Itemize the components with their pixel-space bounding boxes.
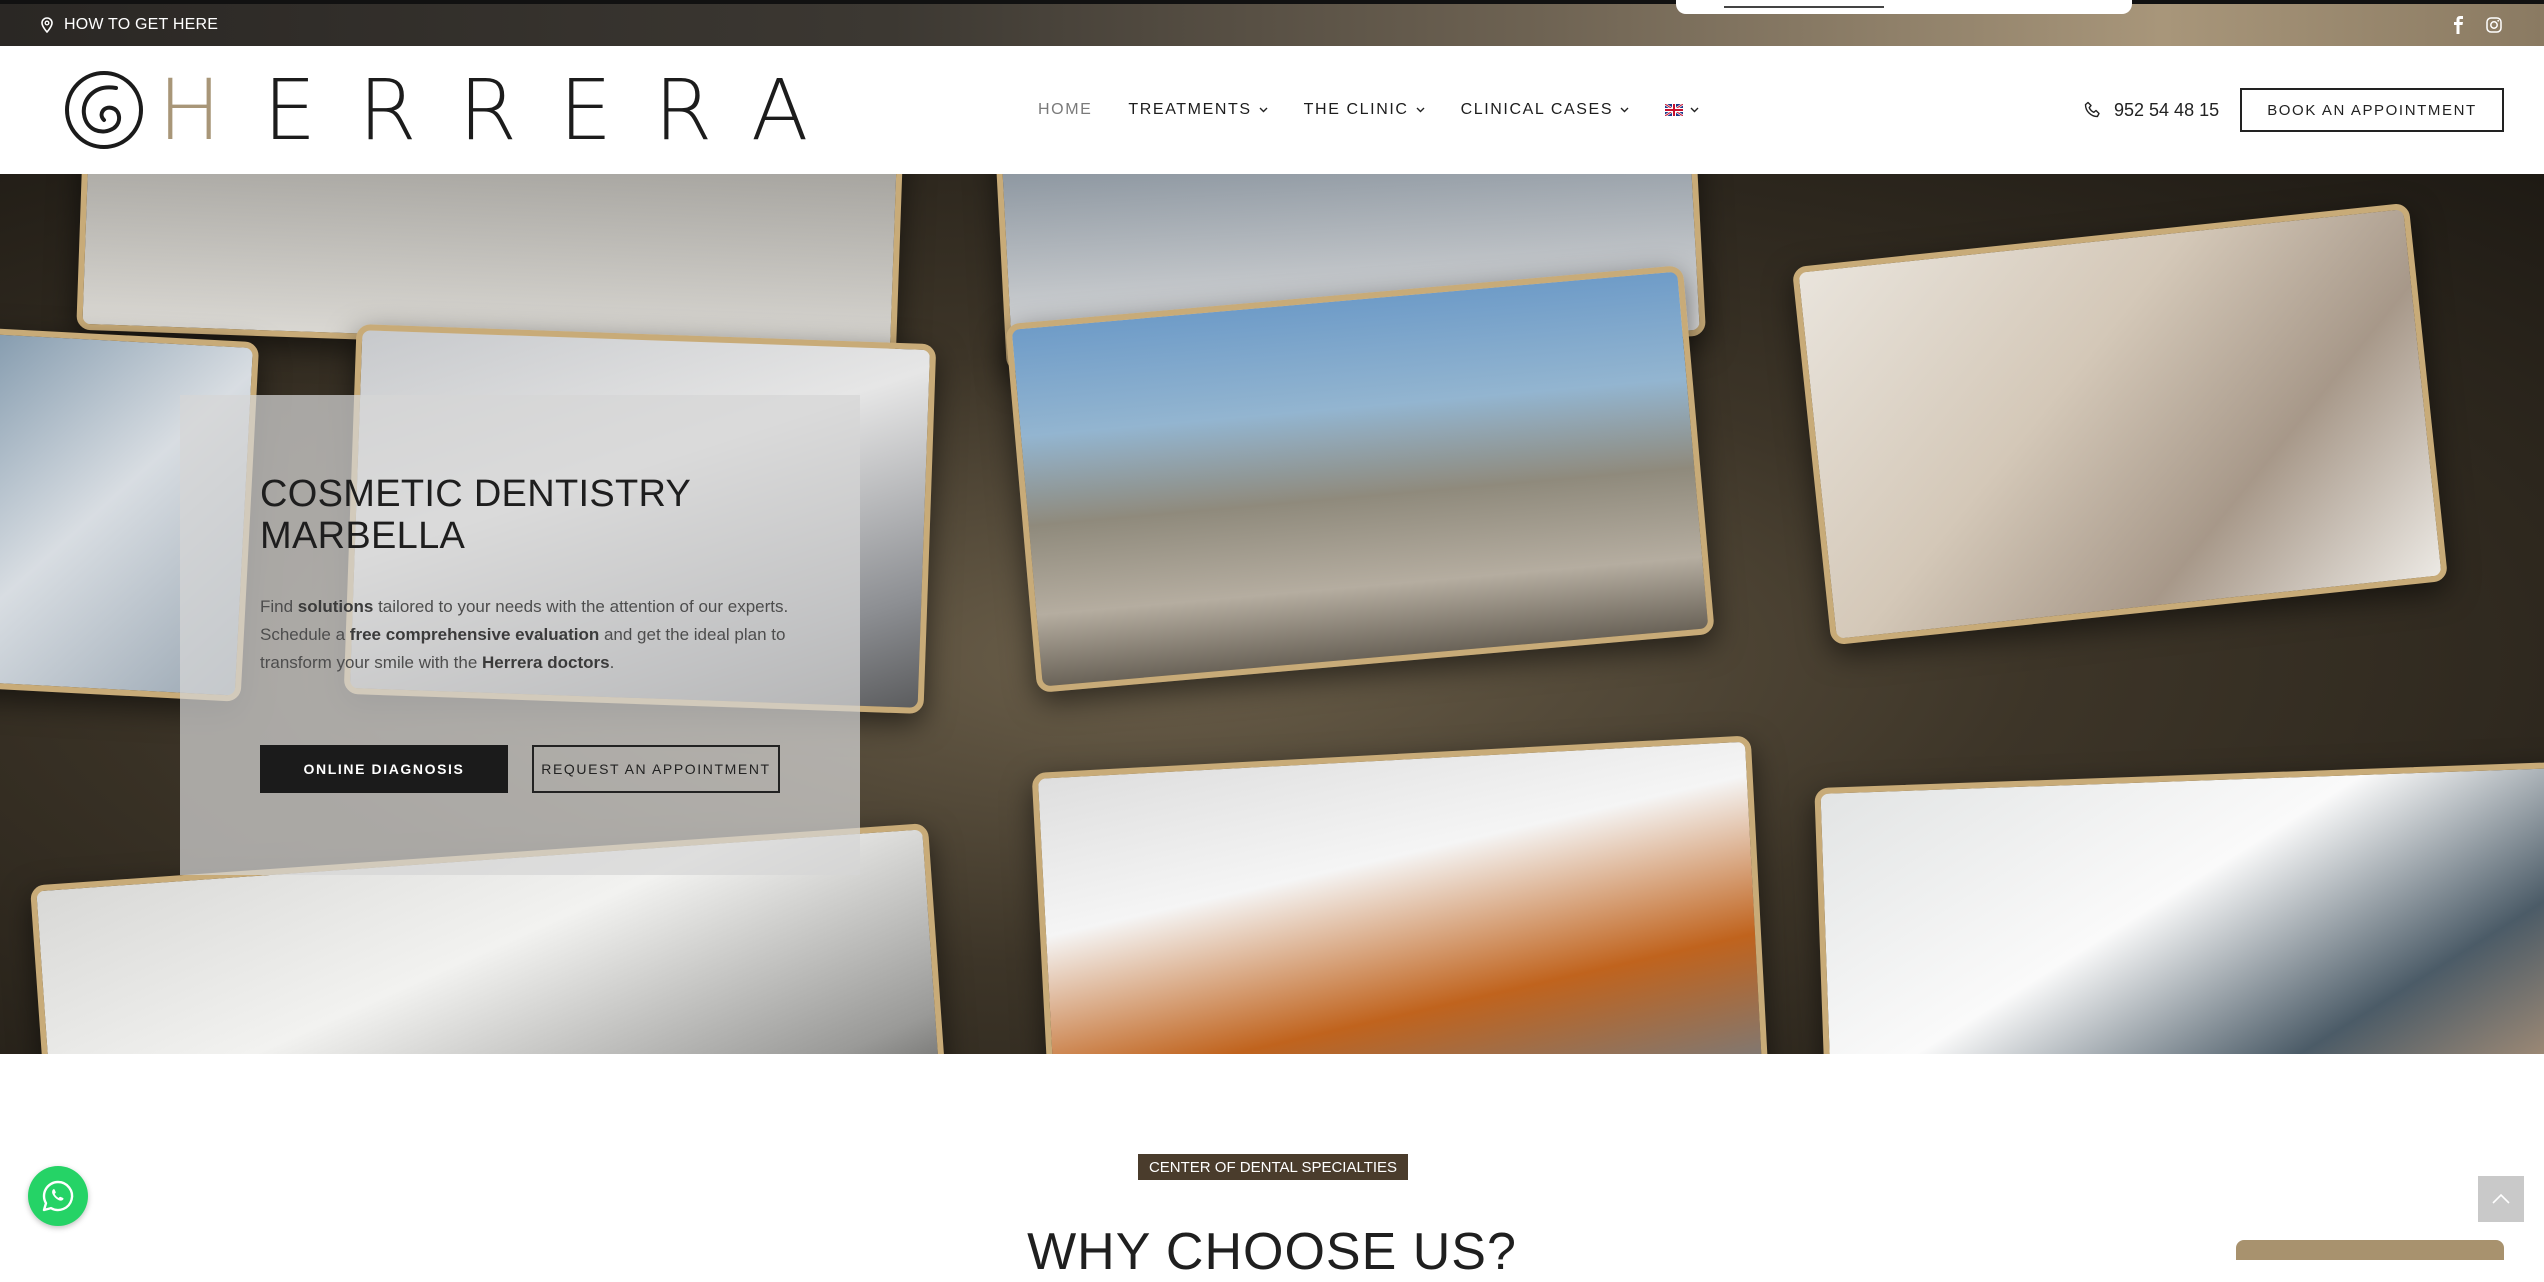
chevron-down-icon [1690, 107, 1699, 113]
whatsapp-button[interactable] [28, 1166, 88, 1226]
scroll-to-top-button[interactable] [2478, 1176, 2524, 1222]
herrera-logo[interactable]: HERRERA [64, 68, 850, 152]
instagram-icon[interactable] [2486, 4, 2502, 46]
hero-card: COSMETIC DENTISTRY MARBELLA Find solutio… [180, 395, 860, 875]
hero-title: COSMETIC DENTISTRY MARBELLA [260, 473, 780, 557]
chevron-down-icon [1416, 107, 1425, 113]
how-to-get-here-link[interactable]: HOW TO GET HERE [40, 4, 218, 46]
clinic-photo [1031, 735, 1769, 1054]
nav-item-label: CLINICAL CASES [1460, 101, 1614, 118]
nav-item-the-clinic[interactable]: THE CLINIC [1304, 101, 1425, 119]
location-pin-icon [41, 17, 53, 33]
facebook-icon[interactable] [2452, 4, 2464, 46]
online-diagnosis-button[interactable]: ONLINE DIAGNOSIS [260, 745, 508, 793]
language-selector[interactable] [1665, 104, 1699, 116]
bottom-tab[interactable] [2236, 1240, 2504, 1260]
clinic-photo [1814, 760, 2544, 1054]
section-badge: CENTER OF DENTAL SPECIALTIES [1138, 1154, 1408, 1180]
request-appointment-button[interactable]: REQUEST AN APPOINTMENT [532, 745, 780, 793]
hero-section: COSMETIC DENTISTRY MARBELLA Find solutio… [0, 174, 2544, 1054]
nav-item-clinical-cases[interactable]: CLINICAL CASES [1461, 101, 1630, 119]
top-bar: HOW TO GET HERE [0, 0, 2544, 46]
section-title: WHY CHOOSE US? [1027, 1223, 1517, 1281]
how-to-get-here-label: HOW TO GET HERE [64, 16, 219, 33]
phone-link[interactable]: 952 54 48 15 [2084, 46, 2219, 174]
hero-description: Find solutions tailored to your needs wi… [260, 593, 790, 677]
clinic-photo [1791, 202, 2449, 646]
book-appointment-button[interactable]: BOOK AN APPOINTMENT [2240, 88, 2504, 132]
phone-number: 952 54 48 15 [2114, 99, 2220, 120]
nav-item-treatments[interactable]: TREATMENTS [1128, 101, 1268, 119]
nav-item-label: HOME [1038, 101, 1093, 118]
site-header: HERRERA HOME TREATMENTS THE CLINIC CLINI… [0, 46, 2544, 174]
chevron-down-icon [1259, 107, 1268, 113]
top-dropdown-tab[interactable] [1676, 0, 2132, 14]
hero-text-bold: solutions [297, 597, 374, 616]
hero-title-line: COSMETIC DENTISTRY [260, 473, 692, 515]
main-nav: HOME TREATMENTS THE CLINIC CLINICAL CASE… [1038, 46, 1699, 174]
hero-title-line: MARBELLA [260, 515, 466, 557]
clinic-photo [1005, 265, 1715, 693]
hero-text-part: Find [260, 597, 298, 616]
uk-flag-icon [1665, 104, 1684, 116]
nav-item-label: THE CLINIC [1303, 101, 1409, 118]
phone-icon [2084, 101, 2100, 118]
logo-wordmark: HERRERA [158, 61, 851, 159]
hero-text-bold: Herrera doctors [482, 653, 610, 672]
hero-text-bold: free comprehensive evaluation [349, 625, 600, 644]
whatsapp-icon [42, 1180, 74, 1212]
herrera-logo-icon [65, 71, 143, 149]
chevron-up-icon [2492, 1193, 2510, 1204]
chevron-down-icon [1620, 107, 1629, 113]
nav-item-label: TREATMENTS [1128, 101, 1252, 118]
nav-item-home[interactable]: HOME [1038, 101, 1092, 119]
hero-text-part: . [609, 653, 615, 672]
